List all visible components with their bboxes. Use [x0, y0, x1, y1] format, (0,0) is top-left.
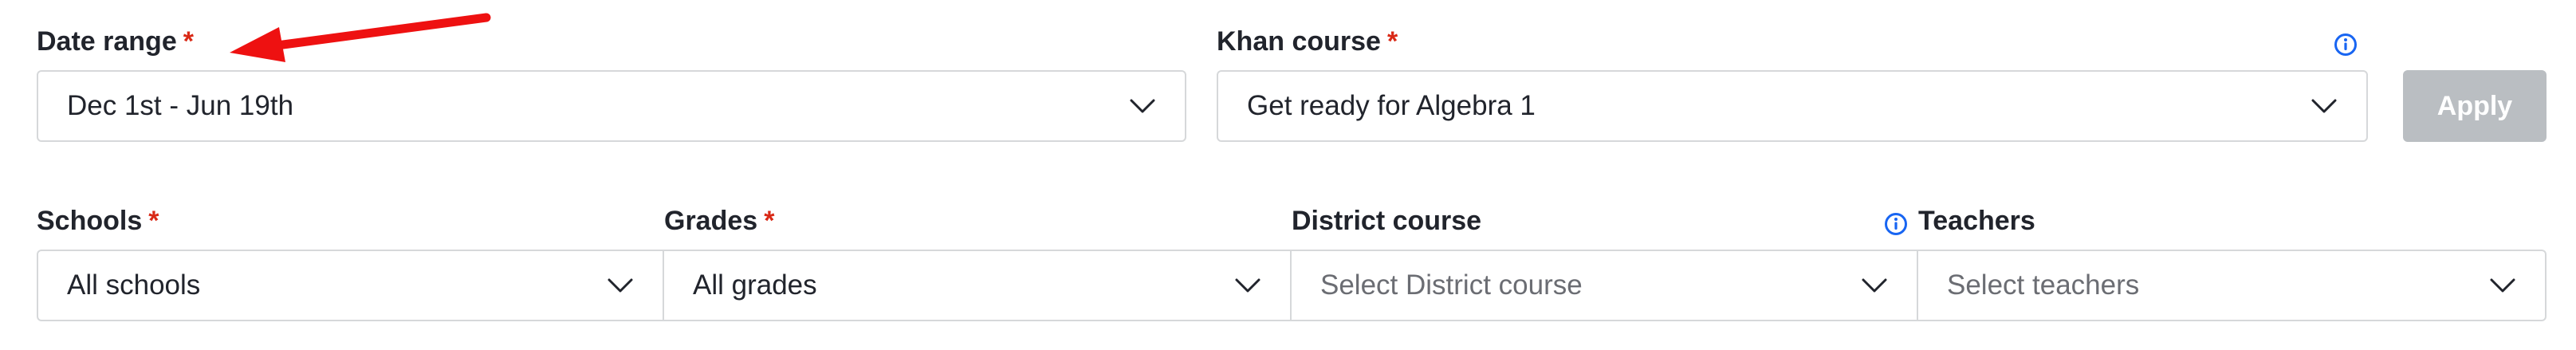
- khan-course-label-text: Khan course: [1217, 26, 1381, 57]
- red-annotation-arrow: [230, 13, 491, 62]
- filter-panel: Date range * Dec 1st - Jun 19th Khan cour…: [0, 0, 2576, 350]
- required-asterisk: *: [764, 206, 775, 236]
- required-asterisk: *: [183, 26, 194, 57]
- chevron-down-icon: [608, 278, 633, 293]
- teachers-label: Teachers: [1918, 205, 2035, 237]
- chevron-down-icon: [2311, 99, 2337, 113]
- khan-course-select[interactable]: Get ready for Algebra 1: [1217, 70, 2368, 142]
- district-course-select[interactable]: Select District course: [1292, 250, 1918, 321]
- schools-label-text: Schools: [37, 206, 143, 236]
- teachers-label-text: Teachers: [1918, 206, 2035, 236]
- schools-label: Schools *: [37, 205, 159, 237]
- chevron-down-icon: [1862, 278, 1887, 293]
- schools-select[interactable]: All schools: [37, 250, 664, 321]
- chevron-down-icon: [1130, 99, 1155, 113]
- district-course-placeholder: Select District course: [1320, 269, 1583, 301]
- grades-value: All grades: [693, 269, 817, 301]
- date-range-label-text: Date range: [37, 26, 177, 57]
- required-asterisk: *: [1386, 26, 1398, 57]
- info-icon[interactable]: [2334, 33, 2358, 57]
- chevron-down-icon: [1235, 278, 1260, 293]
- grades-select[interactable]: All grades: [664, 250, 1292, 321]
- khan-course-value: Get ready for Algebra 1: [1247, 90, 1536, 121]
- grades-label-text: Grades: [664, 206, 758, 236]
- teachers-placeholder: Select teachers: [1947, 269, 2140, 301]
- teachers-select[interactable]: Select teachers: [1918, 250, 2547, 321]
- khan-course-label: Khan course *: [1217, 26, 1398, 57]
- grades-label: Grades *: [664, 205, 774, 237]
- info-icon[interactable]: [1884, 212, 1908, 236]
- date-range-value: Dec 1st - Jun 19th: [67, 90, 294, 121]
- required-asterisk: *: [148, 206, 159, 236]
- district-course-label-text: District course: [1292, 206, 1482, 236]
- schools-value: All schools: [67, 269, 201, 301]
- apply-button[interactable]: Apply: [2403, 70, 2547, 142]
- date-range-select[interactable]: Dec 1st - Jun 19th: [37, 70, 1186, 142]
- date-range-label: Date range *: [37, 26, 194, 57]
- district-course-label: District course: [1292, 205, 1481, 237]
- chevron-down-icon: [2490, 278, 2515, 293]
